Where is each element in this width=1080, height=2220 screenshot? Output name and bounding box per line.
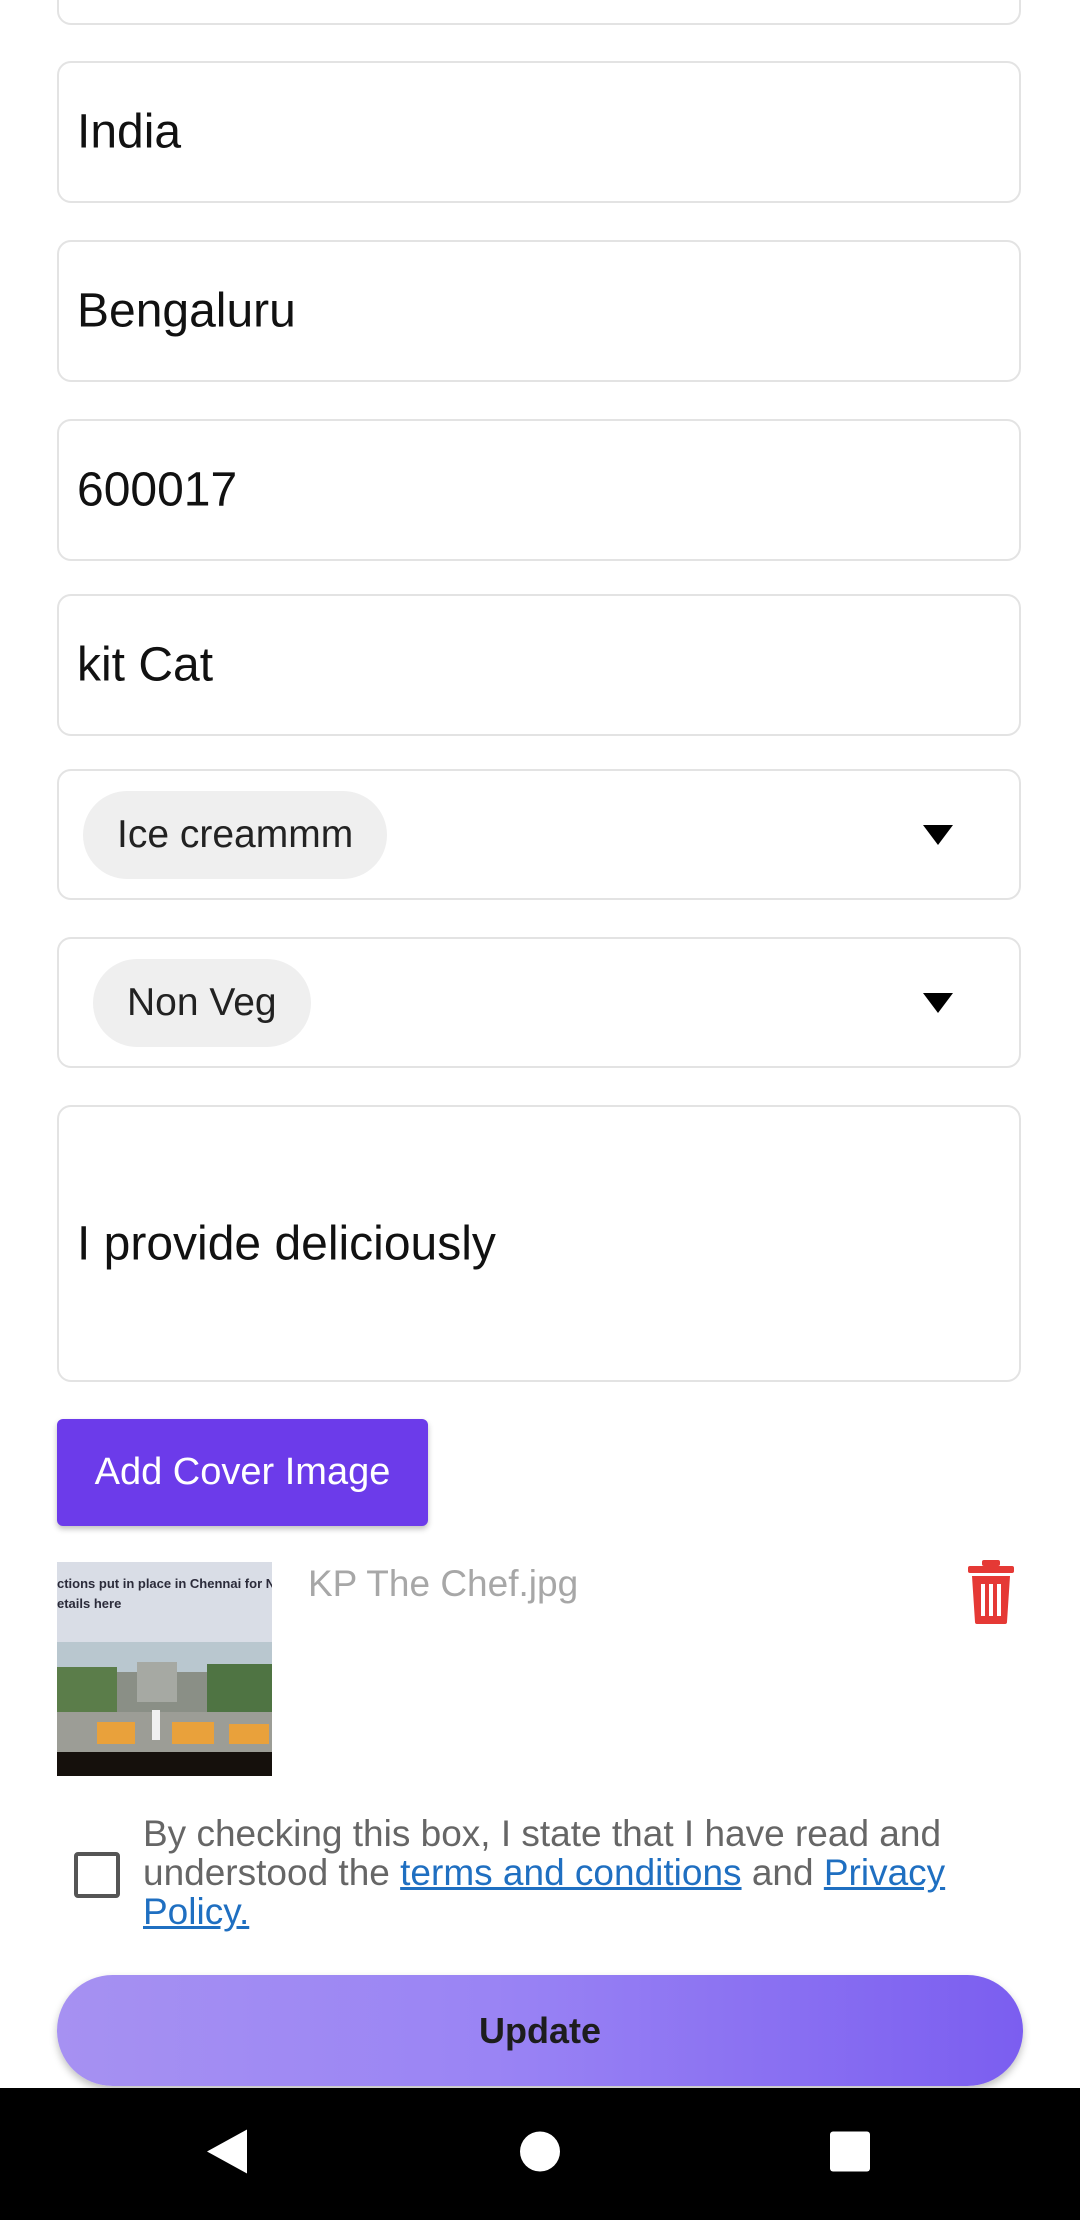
- terms-link[interactable]: terms and conditions: [400, 1852, 741, 1893]
- terms-checkbox[interactable]: [74, 1852, 120, 1898]
- field-above[interactable]: [57, 0, 1021, 25]
- pincode-field[interactable]: 600017: [57, 419, 1021, 561]
- food-type-chip: Non Veg: [93, 958, 311, 1047]
- city-value: Bengaluru: [77, 284, 296, 338]
- cuisine-chip: Ice creammm: [83, 790, 388, 879]
- description-field[interactable]: I provide deliciously: [57, 1105, 1021, 1382]
- country-value: India: [77, 105, 182, 159]
- kitchen-name-value: kit Cat: [77, 638, 214, 692]
- dropdown-caret-icon: [923, 824, 953, 845]
- food-type-select[interactable]: Non Veg: [57, 937, 1021, 1068]
- trash-icon[interactable]: [966, 1560, 1016, 1624]
- dropdown-caret-icon: [923, 992, 953, 1013]
- city-field[interactable]: Bengaluru: [57, 240, 1021, 382]
- terms-middle: and: [741, 1852, 824, 1893]
- recents-icon[interactable]: [829, 2131, 871, 2178]
- cuisine-select[interactable]: Ice creammm: [57, 769, 1021, 900]
- thumbnail-subline: etails here: [57, 1596, 122, 1611]
- terms-statement: By checking this box, I state that I hav…: [143, 1814, 1023, 1931]
- add-cover-image-button[interactable]: Add Cover Image: [57, 1419, 428, 1526]
- home-icon[interactable]: [519, 2131, 561, 2178]
- back-icon[interactable]: [205, 2128, 249, 2181]
- thumbnail-headline: ctions put in place in Chennai for New: [57, 1576, 272, 1591]
- cover-image-thumbnail: ctions put in place in Chennai for New e…: [57, 1562, 272, 1776]
- pincode-value: 600017: [77, 463, 238, 517]
- description-value: I provide deliciously: [77, 1217, 496, 1270]
- kitchen-name-field[interactable]: kit Cat: [57, 594, 1021, 736]
- country-field[interactable]: India: [57, 61, 1021, 203]
- cover-file-name: KP The Chef.jpg: [308, 1563, 579, 1604]
- update-button[interactable]: Update: [57, 1975, 1023, 2086]
- system-nav-bar: [0, 2088, 1080, 2220]
